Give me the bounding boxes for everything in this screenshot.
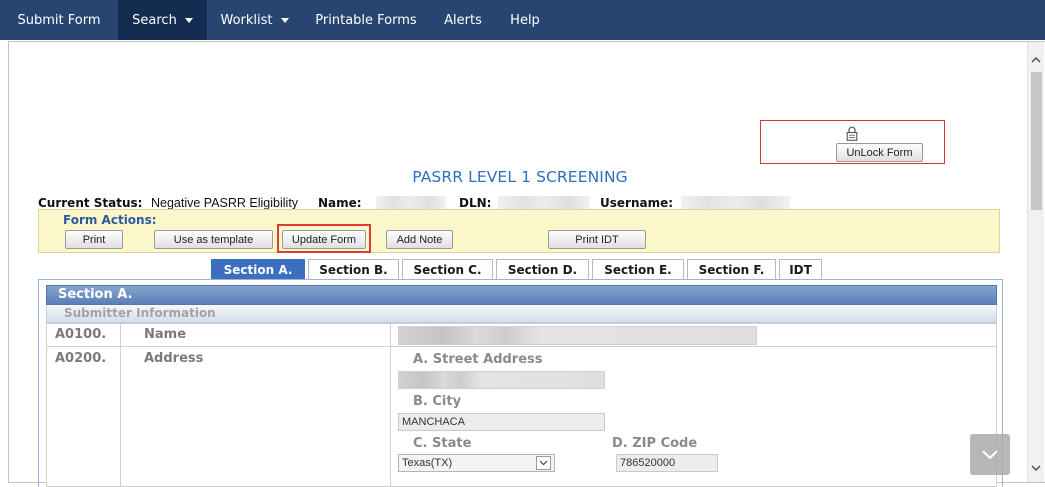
nav-search-menu[interactable]: Search xyxy=(118,0,207,40)
tab-section-e[interactable]: Section E. xyxy=(592,259,684,279)
update-form-highlight xyxy=(277,224,371,253)
row-a0200-code-cell: A0200. xyxy=(46,346,121,487)
tab-section-b[interactable]: Section B. xyxy=(308,259,399,279)
caret-down-icon xyxy=(184,17,193,23)
city-input[interactable] xyxy=(398,413,605,431)
nav-worklist-label: Worklist xyxy=(220,12,273,28)
chevron-up-icon[interactable] xyxy=(1031,56,1041,63)
zip-code-label: D. ZIP Code xyxy=(612,436,698,451)
nav-alerts[interactable]: Alerts xyxy=(430,0,496,40)
row-code: A0200. xyxy=(55,351,107,366)
street-address-input-redacted[interactable] xyxy=(398,371,605,389)
row-a0100-code-cell: A0100. xyxy=(46,323,121,347)
print-button[interactable]: Print xyxy=(65,230,123,249)
scroll-down-button[interactable] xyxy=(970,434,1010,475)
state-label: C. State xyxy=(413,436,472,451)
page-title: PASRR LEVEL 1 SCREENING xyxy=(412,168,628,186)
add-note-button[interactable]: Add Note xyxy=(386,230,453,249)
nav-submit-form-label: Submit Form xyxy=(17,12,101,28)
caret-down-icon xyxy=(280,17,289,23)
lock-icon xyxy=(846,126,858,141)
print-idt-button[interactable]: Print IDT xyxy=(548,230,646,249)
row-label: Name xyxy=(144,327,187,342)
city-label: B. City xyxy=(413,394,462,409)
chevron-down-icon xyxy=(982,450,998,460)
state-select[interactable]: Texas(TX) xyxy=(398,454,555,472)
redacted-username-value xyxy=(681,196,790,210)
street-address-label: A. Street Address xyxy=(413,352,543,367)
state-select-value: Texas(TX) xyxy=(402,457,453,469)
redacted-dln-value xyxy=(498,196,590,210)
top-navigation-bar: Submit Form Search Worklist Printable Fo… xyxy=(0,0,1045,40)
scrollbar-thumb[interactable] xyxy=(1031,72,1042,210)
form-actions-label: Form Actions: xyxy=(63,213,157,227)
unlock-form-button[interactable]: UnLock Form xyxy=(836,143,923,162)
row-label: Address xyxy=(144,351,204,366)
vertical-scrollbar[interactable] xyxy=(1027,42,1044,482)
select-arrow-box[interactable] xyxy=(536,456,551,470)
row-a0200-label-cell: Address xyxy=(120,346,391,487)
nav-printable-forms[interactable]: Printable Forms xyxy=(302,0,430,40)
row-code: A0100. xyxy=(55,327,107,342)
nav-help[interactable]: Help xyxy=(496,0,554,40)
lock-panel: UnLock Form xyxy=(760,120,945,164)
nav-submit-form[interactable]: Submit Form xyxy=(0,0,118,40)
app-window: Submit Form Search Worklist Printable Fo… xyxy=(0,0,1045,487)
nav-printable-forms-label: Printable Forms xyxy=(315,12,417,28)
nav-alerts-label: Alerts xyxy=(444,12,482,28)
chevron-down-icon[interactable] xyxy=(1031,465,1041,472)
name-input-redacted[interactable] xyxy=(398,326,757,345)
tab-section-d[interactable]: Section D. xyxy=(496,259,589,279)
tab-section-f[interactable]: Section F. xyxy=(687,259,776,279)
nav-help-label: Help xyxy=(510,12,540,28)
tab-idt[interactable]: IDT xyxy=(779,259,822,279)
zip-code-input[interactable] xyxy=(616,454,718,472)
tab-section-c[interactable]: Section C. xyxy=(402,259,493,279)
nav-search-label: Search xyxy=(132,12,177,28)
section-header: Section A. xyxy=(46,285,997,305)
tab-section-a[interactable]: Section A. xyxy=(211,259,305,279)
use-as-template-button[interactable]: Use as template xyxy=(154,230,273,249)
redacted-name-value xyxy=(376,196,446,210)
chevron-down-icon xyxy=(539,460,548,466)
form-actions-bar: Form Actions: Print Use as template Upda… xyxy=(38,209,1000,253)
row-a0100-label-cell: Name xyxy=(120,323,391,347)
submitter-information-subheader: Submitter Information xyxy=(46,305,997,323)
nav-worklist-menu[interactable]: Worklist xyxy=(207,0,302,40)
